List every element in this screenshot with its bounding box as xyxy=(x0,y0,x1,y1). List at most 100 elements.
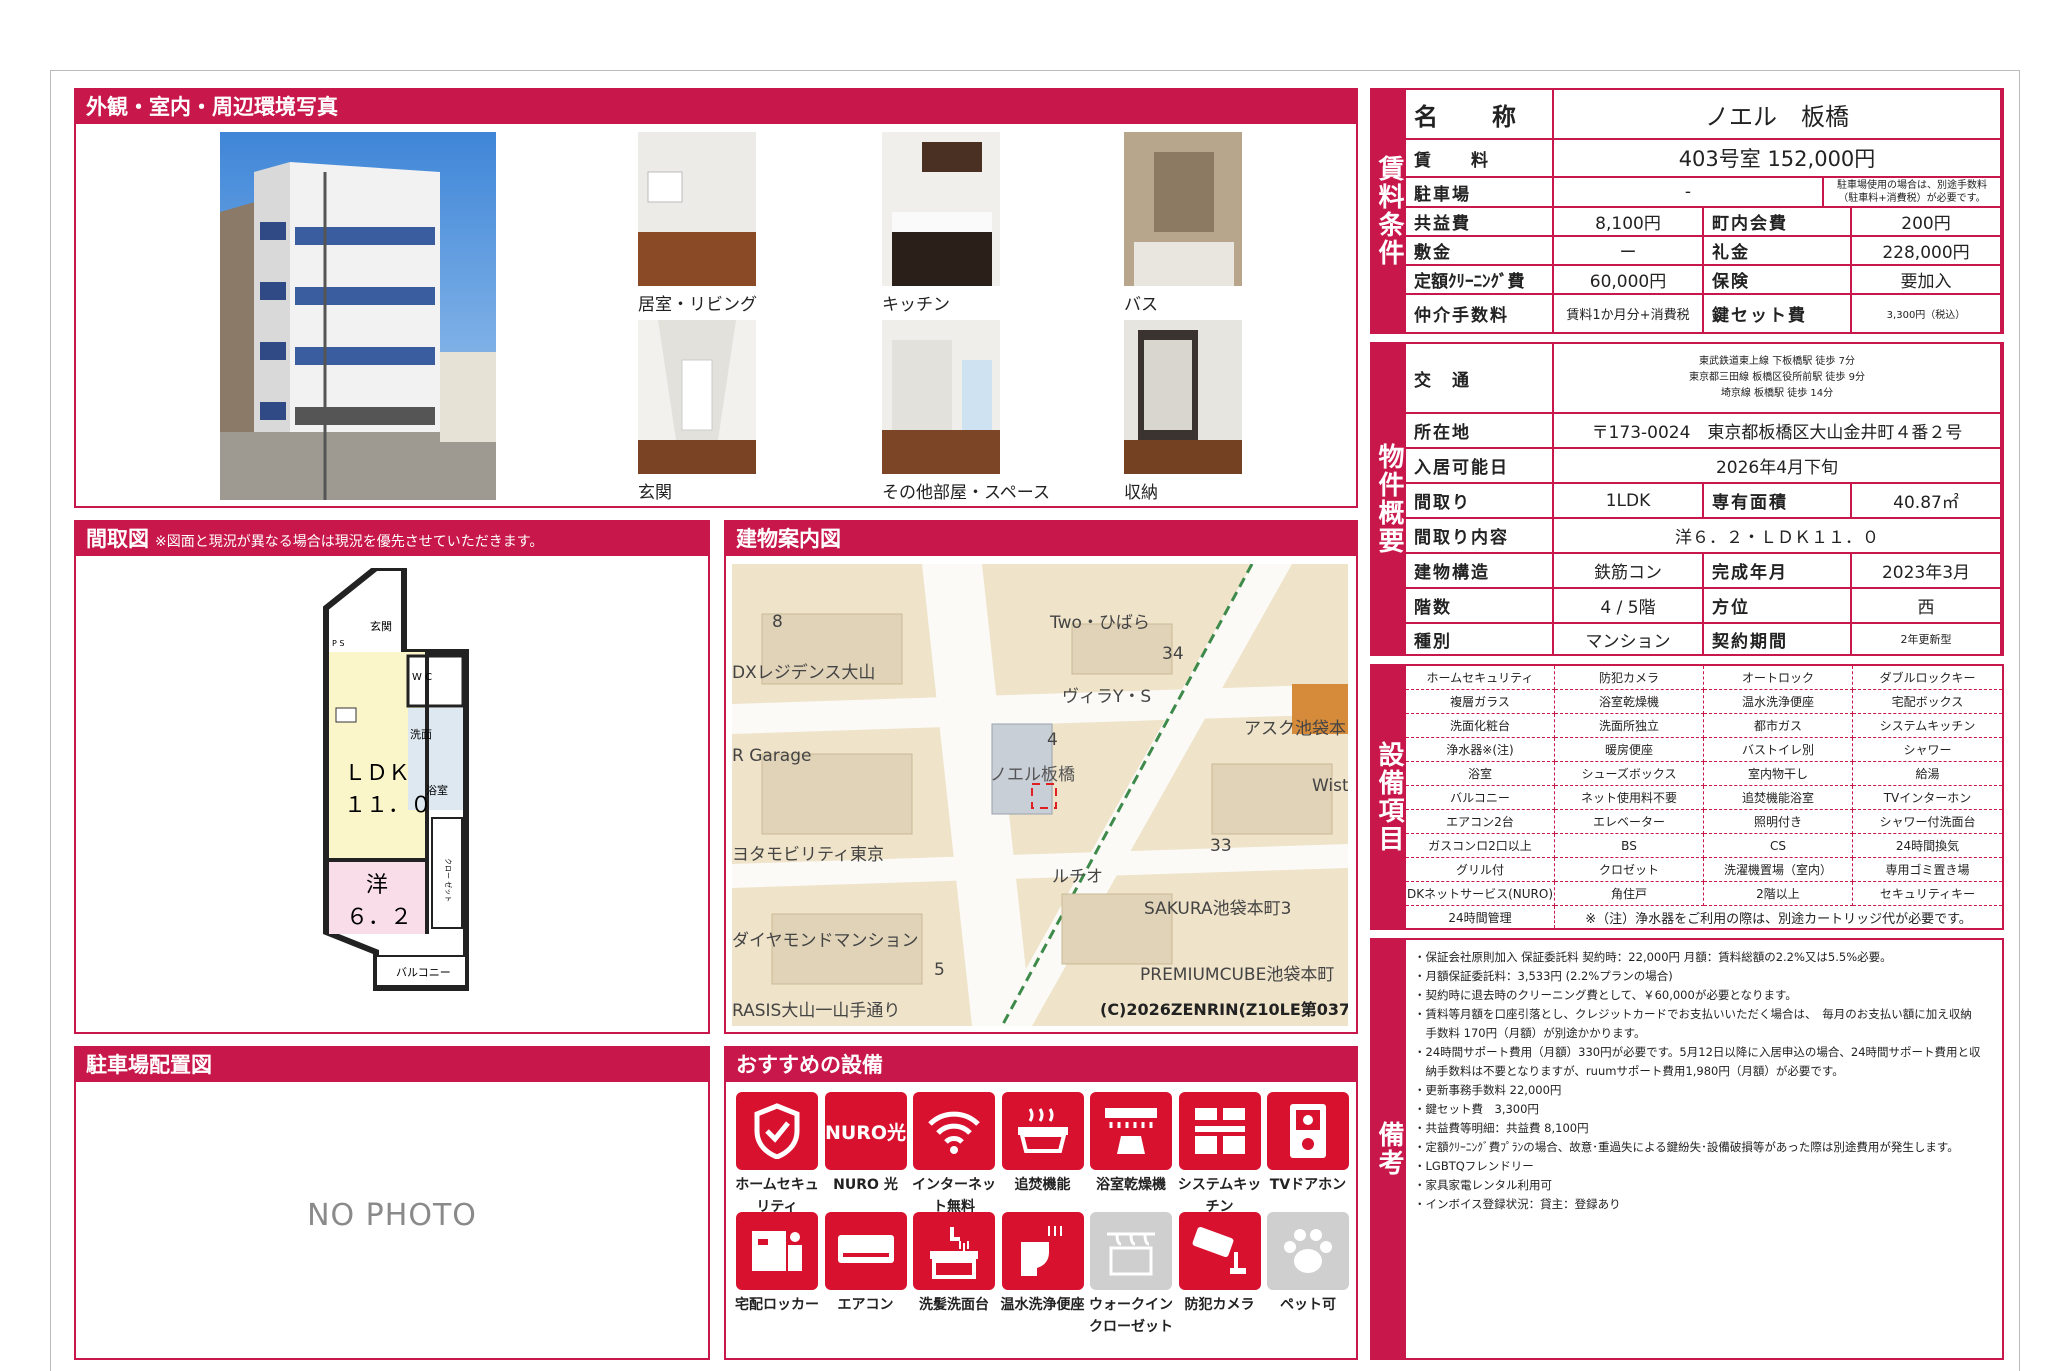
insurance-label: 保険 xyxy=(1704,266,1852,295)
equipment-item: ネット使用料不要 xyxy=(1555,786,1704,810)
rent-label: 賃 料 xyxy=(1406,140,1554,178)
remark-line: ・鍵セット費 3,300円 xyxy=(1414,1102,1539,1116)
equipment-item: 防犯カメラ xyxy=(1555,666,1704,690)
shield-icon xyxy=(736,1092,818,1170)
map-copyright: (C)2026ZENRIN(Z10LE第037号) xyxy=(1100,1000,1348,1019)
remark-line: ・インボイス登録状況：貸主：登録あり xyxy=(1414,1197,1621,1211)
equipment-item: 浄水器※(注) xyxy=(1406,738,1555,762)
map-label-4: 4 xyxy=(1047,730,1058,750)
washbasin-icon xyxy=(913,1212,995,1290)
broker-fee-value: 賃料1か月分+消費税 xyxy=(1554,295,1704,332)
map-label-wist: Wist xyxy=(1312,776,1348,796)
remark-line: 納手数料は不要となりますが、ruumサポート費用1,980円（月額）が必要です。 xyxy=(1414,1064,1844,1078)
structure-label: 建物構造 xyxy=(1406,554,1554,589)
equipment-note: ※（注）浄水器をご利用の際は、別途カートリッジ代が必要です。 xyxy=(1585,911,1972,927)
floorplan-ldk: ＬＤＫ xyxy=(344,761,410,786)
photos-title: 外観・室内・周辺環境写真 xyxy=(76,90,1356,124)
traffic-line-3: 埼京線 板橋駅 徒歩 14分 xyxy=(1720,388,1834,399)
remark-line: ・24時間サポート費用（月額）330円が必要です。5月12日以降に入居申込の場合… xyxy=(1414,1045,1981,1059)
camera-icon xyxy=(1178,1212,1261,1290)
equipment-item: グリル付 xyxy=(1406,858,1555,882)
recommend-label: 浴室乾燥機 xyxy=(1096,1177,1166,1193)
photo-label-living: 居室・リビング xyxy=(638,295,757,315)
paw-icon xyxy=(1267,1212,1349,1290)
delivery-locker-icon xyxy=(736,1212,818,1290)
recommend-label: TVドアホン xyxy=(1269,1177,1347,1193)
equipment-item: 暖房便座 xyxy=(1555,738,1704,762)
structure-value: 鉄筋コン xyxy=(1554,554,1704,589)
equipment-item: 照明付き xyxy=(1704,810,1853,834)
bathtub-icon xyxy=(1001,1092,1084,1170)
equipment-item: 洗濯機置場（室内） xyxy=(1704,858,1853,882)
layout-label: 間取り xyxy=(1406,484,1554,519)
address-value: 〒173-0024 東京都板橋区大山金井町４番２号 xyxy=(1554,414,2002,449)
common-fee-label: 共益費 xyxy=(1406,208,1554,237)
movein-label: 入居可能日 xyxy=(1406,449,1554,484)
equipment-item: エアコン2台 xyxy=(1406,810,1555,834)
recommend-label: 温水洗浄便座 xyxy=(1000,1297,1085,1313)
parking-panel: 駐車場配置図 NO PHOTO xyxy=(74,1046,710,1360)
remark-line: ・家具家電レンタル利用可 xyxy=(1414,1178,1552,1192)
closet-icon xyxy=(1090,1212,1172,1290)
keyset-label: 鍵セット費 xyxy=(1704,295,1852,332)
recommend-label: ウォークインクローゼット xyxy=(1089,1297,1173,1335)
map-label-diamond: ダイヤモンドマンション xyxy=(732,931,919,951)
map-area[interactable]: 8 Two・ひばら 34 ヴィラY・S DXレジデンス大山 R Garage 4… xyxy=(732,564,1348,1026)
map-label-ask: アスク池袋本 xyxy=(1244,719,1346,739)
equipment-item: バストイレ別 xyxy=(1704,738,1853,762)
traffic-line-2: 東京都三田線 板橋区役所前駅 徒歩 9分 xyxy=(1689,372,1865,383)
insurance-value: 要加入 xyxy=(1852,266,2002,295)
wifi-icon xyxy=(913,1092,995,1170)
recommend-label: エアコン xyxy=(837,1297,894,1313)
photo-label-storage: 収納 xyxy=(1124,483,1158,503)
broker-fee-label: 仲介手数料 xyxy=(1406,295,1554,332)
equipment-item: 洗面所独立 xyxy=(1555,714,1704,738)
nuro-icon: NURO光 xyxy=(824,1092,907,1170)
cleaning-label: 定額ｸﾘｰﾆﾝｸﾞ費 xyxy=(1406,266,1554,295)
floor-label: 階数 xyxy=(1406,589,1554,624)
recommend-label: 追焚機能 xyxy=(1014,1177,1071,1193)
map-label-toyota: ヨタモビリティ東京 xyxy=(732,845,884,865)
recommend-label: 防犯カメラ xyxy=(1184,1297,1255,1313)
recommend-label: NURO 光 xyxy=(833,1177,898,1193)
key-money-label: 礼金 xyxy=(1704,237,1852,266)
equipment-item: ホームセキュリティ xyxy=(1406,666,1555,690)
direction-value: 西 xyxy=(1852,589,2002,624)
map-label-33: 33 xyxy=(1210,836,1232,856)
town-fee-label: 町内会費 xyxy=(1704,208,1852,237)
equipment-item: 24時間換気 xyxy=(1853,834,2002,858)
floorplan-ps: P S xyxy=(332,639,344,648)
equipment-item: 複層ガラス xyxy=(1406,690,1555,714)
exterior-photo xyxy=(220,132,496,500)
equipment-item: 洗面化粧台 xyxy=(1406,714,1555,738)
intercom-icon xyxy=(1267,1092,1349,1170)
deposit-label: 敷金 xyxy=(1406,237,1554,266)
floorplan-title: 間取図 xyxy=(86,527,149,551)
area-value: 40.87㎡ xyxy=(1852,484,2002,519)
equipment-item: セキュリティキー xyxy=(1853,882,2002,906)
movein-value: 2026年4月下旬 xyxy=(1554,449,2002,484)
map-label-sakura: SAKURA池袋本町3 xyxy=(1144,899,1292,919)
map-label-garage: R Garage xyxy=(732,746,812,766)
equipment-item: 浴室乾燥機 xyxy=(1555,690,1704,714)
air-conditioner-icon xyxy=(824,1212,907,1290)
detail-label: 間取り内容 xyxy=(1406,519,1554,554)
equipment-grid: ホームセキュリティ 防犯カメラ オートロック ダブルロックキー 複層ガラス 浴室乾燥機 温水… xyxy=(1406,666,2002,928)
equipment-side-tag: 設備項目 xyxy=(1372,666,1406,928)
recommend-grid: ホームセキュリティ NURO光 NURO 光インターネット無料 追焚機能 浴室乾燥機 シス… xyxy=(726,1088,1356,1358)
storage-photo xyxy=(1124,320,1242,474)
kitchen-icon xyxy=(1178,1092,1261,1170)
map-label-premium: PREMIUMCUBE池袋本町 xyxy=(1140,965,1335,985)
equipment-item: クロゼット xyxy=(1555,858,1704,882)
equipment-item: 浴室 xyxy=(1406,762,1555,786)
remark-line: ・共益費等明細：共益費 8,100円 xyxy=(1414,1121,1589,1135)
rent-value: 403号室 152,000円 xyxy=(1554,140,2002,178)
floorplan-yo-size: ６．２ xyxy=(346,905,412,930)
recommend-title: おすすめの設備 xyxy=(726,1048,1356,1082)
floorplan-closet: クロー ゼット xyxy=(444,858,453,902)
detail-value: 洋６．２・ＬＤＫ１１．０ xyxy=(1554,519,2002,554)
remark-line: ・更新事務手数料 22,000円 xyxy=(1414,1083,1562,1097)
nuro-tile-text: NURO光 xyxy=(824,1121,907,1144)
equipment-item: 温水洗浄便座 xyxy=(1704,690,1853,714)
floorplan-yo: 洋 xyxy=(366,873,388,898)
